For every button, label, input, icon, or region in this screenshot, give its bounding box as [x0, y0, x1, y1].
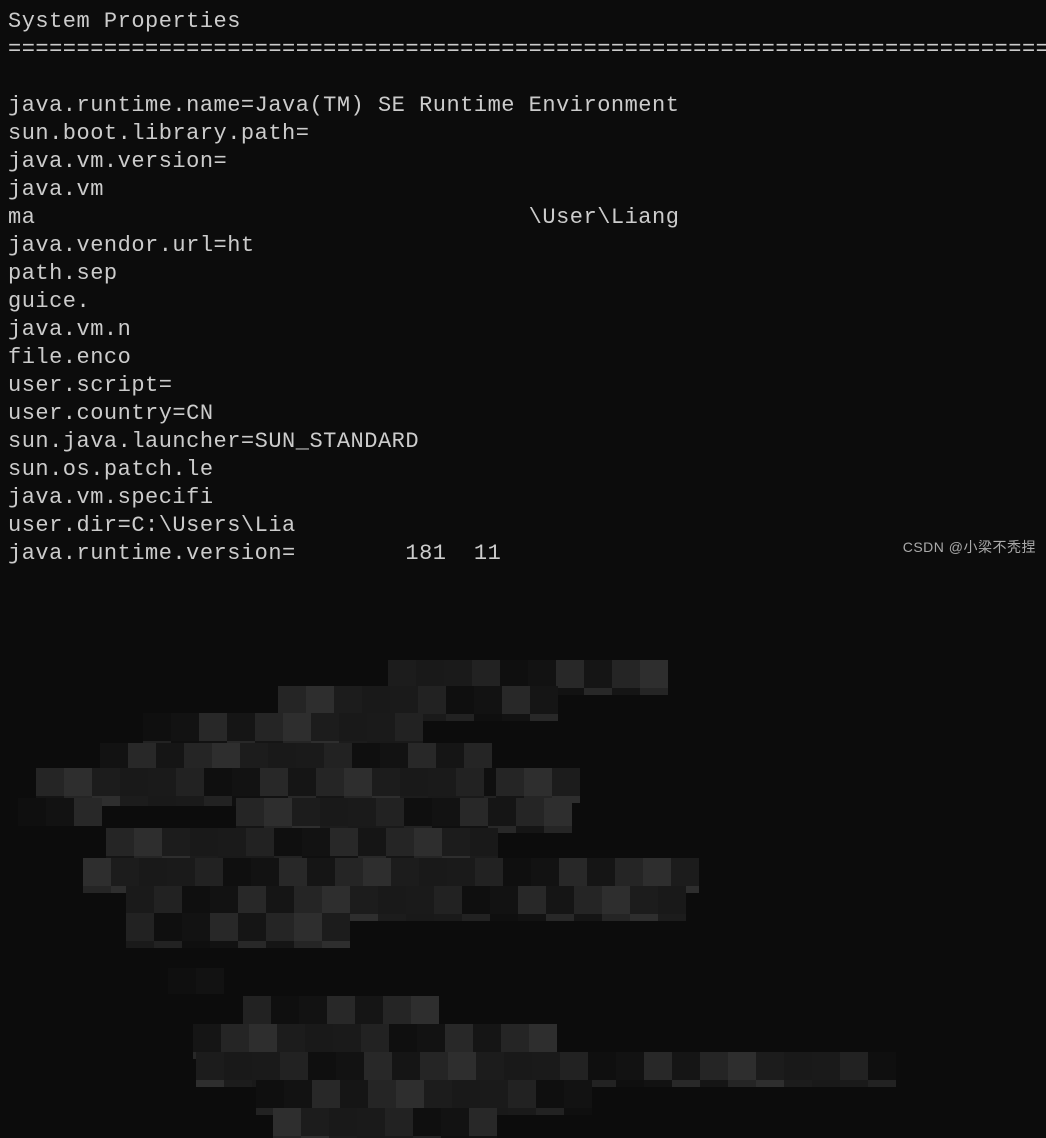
property-line: sun.os.patch.le: [8, 456, 1038, 484]
property-line: user.country=CN: [8, 400, 1038, 428]
blank-line: [8, 64, 1038, 92]
property-line: ma \User\Liang: [8, 204, 1038, 232]
property-line: java.vendor.url=ht: [8, 232, 1038, 260]
property-line: user.script=: [8, 372, 1038, 400]
property-line: user.dir=C:\Users\Lia: [8, 512, 1038, 540]
property-line: sun.java.launcher=SUN_STANDARD: [8, 428, 1038, 456]
property-line: guice.: [8, 288, 1038, 316]
property-line: java.runtime.name=Java(TM) SE Runtime En…: [8, 92, 1038, 120]
property-line: java.vm.version=: [8, 148, 1038, 176]
property-line: java.vm: [8, 176, 1038, 204]
terminal-output: System Properties ======================…: [8, 8, 1038, 568]
property-line: java.vm.n: [8, 316, 1038, 344]
property-line: file.enco: [8, 344, 1038, 372]
header-title: System Properties: [8, 8, 1038, 36]
property-line: java.runtime.version= 181 11: [8, 540, 1038, 568]
property-line: path.sep: [8, 260, 1038, 288]
header-divider: ========================================…: [8, 36, 1038, 64]
property-line: java.vm.specifi: [8, 484, 1038, 512]
csdn-watermark: CSDN @小梁不秃捏: [903, 533, 1036, 561]
property-line: sun.boot.library.path=: [8, 120, 1038, 148]
